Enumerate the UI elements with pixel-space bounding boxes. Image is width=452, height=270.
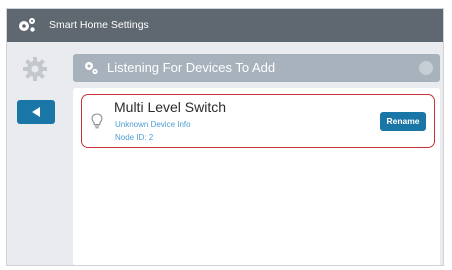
gears-icon bbox=[19, 18, 35, 32]
back-button[interactable] bbox=[17, 100, 55, 124]
panel-title: Listening For Devices To Add bbox=[107, 60, 276, 75]
app-window: Smart Home Settings Listening For Device… bbox=[6, 8, 444, 266]
back-arrow-icon bbox=[32, 107, 40, 117]
device-list-item[interactable]: Multi Level Switch Unknown Device Info N… bbox=[81, 94, 435, 148]
left-sidebar bbox=[7, 42, 65, 265]
device-node-id: Node ID: 2 bbox=[115, 133, 154, 142]
device-name: Multi Level Switch bbox=[114, 99, 227, 115]
panel-header: Listening For Devices To Add bbox=[73, 54, 440, 82]
device-search-icon bbox=[85, 62, 98, 75]
device-info-link[interactable]: Unknown Device Info bbox=[115, 120, 191, 129]
gear-icon[interactable] bbox=[22, 56, 48, 82]
info-icon[interactable] bbox=[419, 61, 433, 75]
app-title: Smart Home Settings bbox=[49, 19, 149, 31]
lightbulb-icon bbox=[91, 113, 103, 129]
device-list: Multi Level Switch Unknown Device Info N… bbox=[73, 88, 440, 265]
rename-button[interactable]: Rename bbox=[380, 112, 426, 131]
title-bar: Smart Home Settings bbox=[7, 9, 443, 42]
